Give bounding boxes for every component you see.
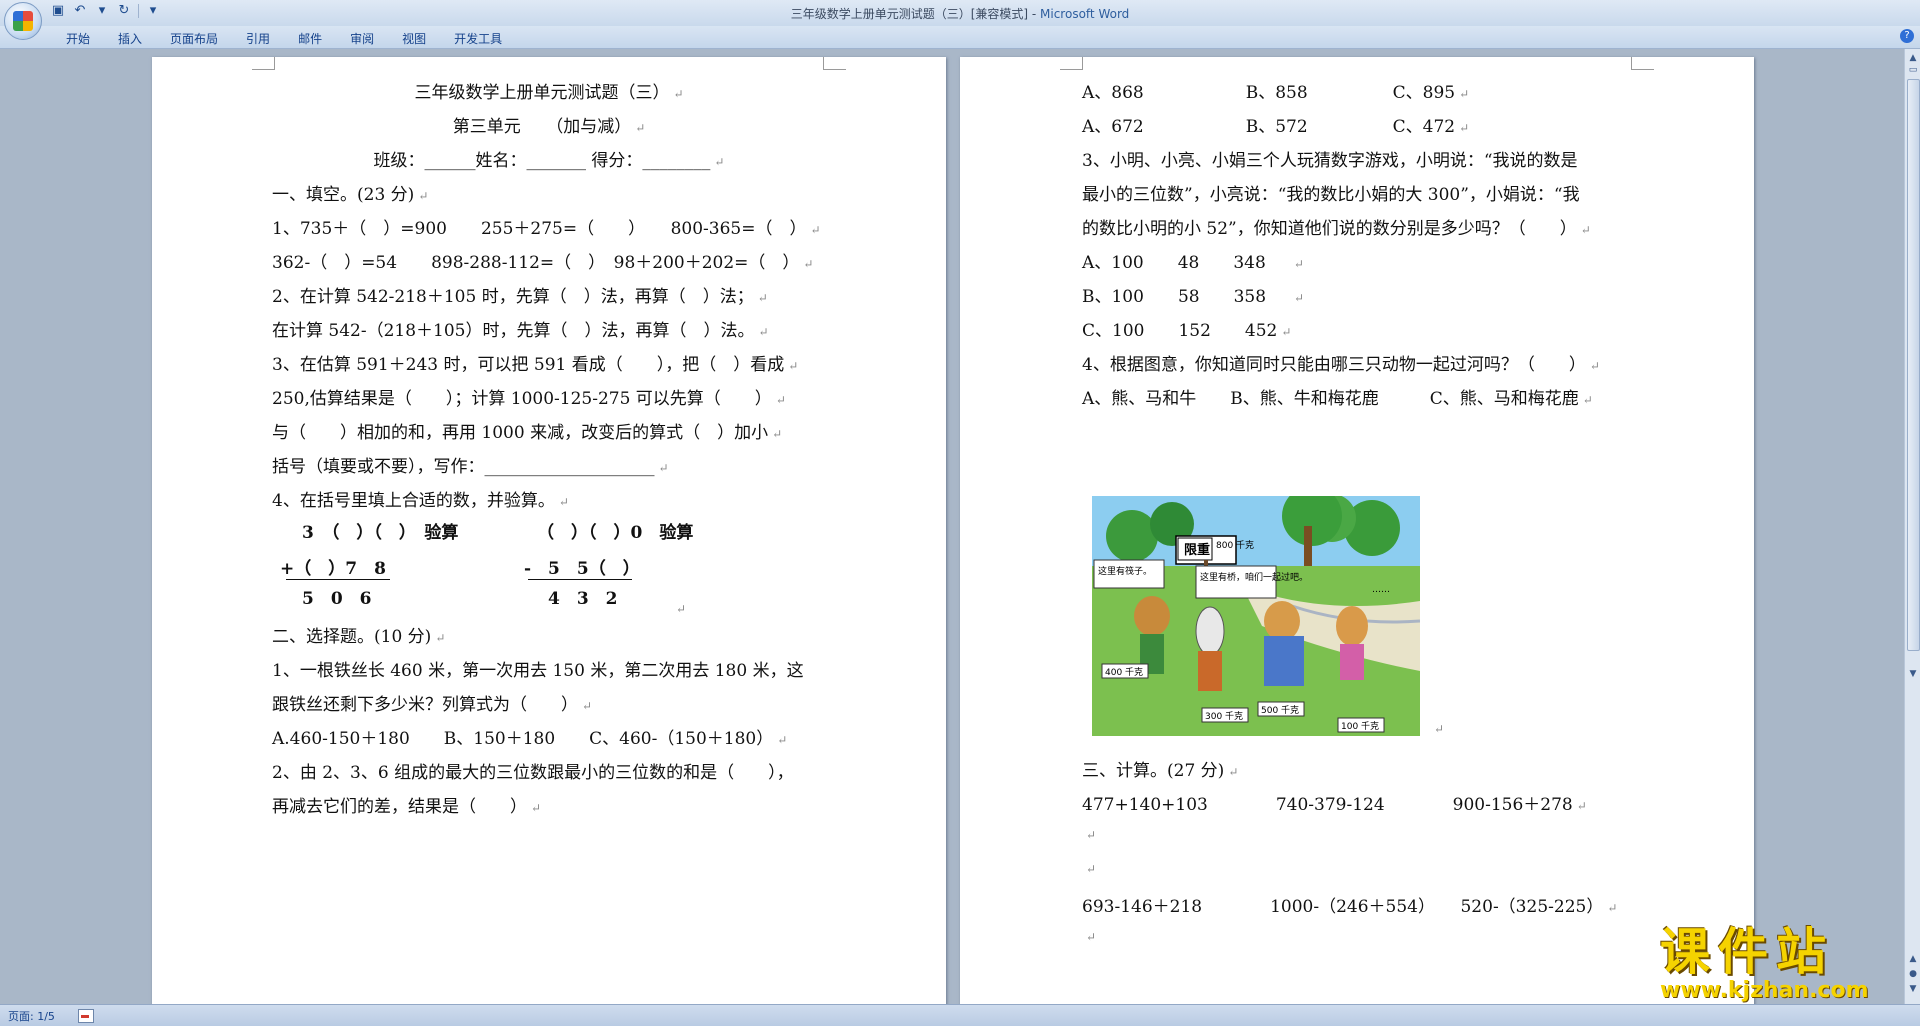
question-2-line-1: 2、在计算 542-218＋105 时，先算（ ）法，再算（ ）法； ↵ [272, 287, 768, 307]
status-bar: 页面: 1/5 [0, 1004, 1920, 1026]
cartoon-image: 限重 800 千克 这里有筏子。 这里有桥，咱们一起过吧。 …… 400 千克 … [1092, 496, 1420, 736]
river-crossing-illustration: 限重 800 千克 这里有筏子。 这里有桥，咱们一起过吧。 …… 400 千克 … [1092, 496, 1420, 736]
choice-4-options: A、熊、马和牛 B、熊、牛和梅花鹿 C、熊、马和梅花鹿 ↵ [1082, 389, 1593, 409]
question-3-line-3: 与（ ）相加的和，再用 1000 来减，改变后的算式（ ）加小 ↵ [272, 423, 783, 443]
deer-speech-bubble: …… [1372, 585, 1390, 595]
question-1-line-2: 362-（ ）=54 898-288-112=（ ） 98＋200＋202=（ … [272, 253, 814, 273]
vertical-calc-1-rule [286, 579, 390, 580]
app-name: Microsoft Word [1040, 7, 1130, 21]
deer-weight-label: 100 千克 [1341, 721, 1379, 732]
choice-3-line-2: 最小的三位数”，小亮说：“我的数比小娟的大 300”，小娟说：“我 [1082, 185, 1580, 205]
proofing-icon[interactable] [78, 1009, 94, 1023]
empty-paragraph: ↵ [1086, 862, 1097, 876]
document-page-2: A、868 B、858 C、895 ↵ A、672 B、572 C、472 ↵ 3、… [960, 57, 1754, 1004]
scroll-down-icon[interactable]: ▼ [1908, 669, 1918, 679]
tab-review[interactable]: 审阅 [336, 29, 388, 48]
choice-1-options: A.460-150＋180 B、150＋180 C、460-（150＋180） ↵ [272, 729, 788, 749]
vertical-calc-1-result: 5 0 6 [302, 589, 372, 609]
ruler-toggle-icon[interactable]: ▭ [1908, 65, 1918, 75]
choice-1-line-1: 1、一根铁丝长 460 米，第一次用去 150 米，第二次用去 180 米，这 [272, 661, 804, 681]
scrollbar-thumb[interactable] [1907, 79, 1920, 651]
section-fill-in: 一、填空。(23 分) ↵ [272, 185, 429, 205]
choice-3-option-b: B、100 58 358 ↵ [1082, 287, 1305, 307]
title-bar: ▣ ↶ ▾ ↻ ▾ 三年级数学上册单元测试题（三）[兼容模式] - Micros… [0, 0, 1920, 40]
bear-speech-bubble: 这里有筏子。 [1098, 565, 1152, 577]
student-info-line: 班级：______姓名：_______ 得分：________ ↵ [373, 151, 725, 171]
office-button[interactable] [4, 2, 42, 40]
weight-limit-value: 800 千克 [1216, 540, 1254, 551]
paragraph-mark: ↵ [1434, 722, 1445, 736]
margin-corner-mark [252, 57, 275, 70]
choice-2-options-b: A、672 B、572 C、472 ↵ [1082, 117, 1470, 137]
tab-page-layout[interactable]: 页面布局 [156, 29, 232, 48]
calc-row-2: 693-146＋218 1000-（246＋554） 520-（325-225）… [1082, 897, 1618, 917]
horse-weight-label: 300 千克 [1205, 711, 1243, 722]
ribbon-tabs: 开始 插入 页面布局 引用 邮件 审阅 视图 开发工具 [52, 29, 516, 48]
bear-weight-label: 400 千克 [1105, 667, 1143, 678]
question-3-line-1: 3、在估算 591＋243 时，可以把 591 看成（ ），把（ ）看成 ↵ [272, 355, 799, 375]
weight-limit-sign: 限重 [1184, 542, 1210, 558]
empty-paragraph: ↵ [1086, 828, 1097, 842]
tab-mailings[interactable]: 邮件 [284, 29, 336, 48]
paragraph-mark: ↵ [676, 602, 687, 616]
section-choice: 二、选择题。(10 分) ↵ [272, 627, 446, 647]
vertical-calc-1-row-2: +（ ）7 8 [280, 559, 386, 579]
doc-subtitle: 第三单元 （加与减） ↵ [452, 117, 646, 137]
help-icon[interactable]: ? [1900, 29, 1914, 43]
choice-3-option-a: A、100 48 348 ↵ [1082, 253, 1304, 273]
choice-3-option-c: C、100 152 452 ↵ [1082, 321, 1292, 341]
tab-insert[interactable]: 插入 [104, 29, 156, 48]
watermark-title: 课件站 [1660, 923, 1834, 981]
choice-3-line-1: 3、小明、小亮、小娟三个人玩猜数字游戏，小明说：“我说的数是 [1082, 151, 1578, 171]
document-page-1: 三年级数学上册单元测试题（三） ↵ 第三单元 （加与减） ↵ 班级：______姓名… [152, 57, 946, 1004]
tab-developer[interactable]: 开发工具 [440, 29, 516, 48]
doc-title: 三年级数学上册单元测试题（三） ↵ [414, 83, 684, 103]
choice-1-line-2: 跟铁丝还剩下多少米？列算式为（ ） ↵ [272, 695, 593, 715]
choice-2-line-2: 再减去它们的差，结果是（ ） ↵ [272, 797, 542, 817]
bull-speech-bubble: 这里有桥，咱们一起过吧。 [1200, 571, 1308, 583]
margin-corner-mark [823, 57, 846, 70]
choice-2-options-a: A、868 B、858 C、895 ↵ [1082, 83, 1470, 103]
vertical-scrollbar[interactable]: ▲ ▭ ▼ ▲ ● ▼ [1904, 49, 1920, 1004]
tab-references[interactable]: 引用 [232, 29, 284, 48]
office-logo-icon [13, 11, 33, 31]
question-3-line-2: 250,估算结果是（ ）；计算 1000-125-275 可以先算（ ） ↵ [272, 389, 786, 409]
vertical-calc-2-rule [528, 579, 632, 580]
question-2-line-2: 在计算 542-（218＋105）时，先算（ ）法，再算（ ）法。 ↵ [272, 321, 769, 341]
ribbon: 开始 插入 页面布局 引用 邮件 审阅 视图 开发工具 ? [0, 26, 1920, 49]
document-area: 三年级数学上册单元测试题（三） ↵ 第三单元 （加与减） ↵ 班级：______姓名… [0, 49, 1904, 1004]
scroll-up-icon[interactable]: ▲ [1908, 53, 1918, 63]
choice-4-question: 4、根据图意，你知道同时只能由哪三只动物一起过河吗？（ ） ↵ [1082, 355, 1600, 375]
question-1-line-1: 1、735＋（ ）=900 255＋275=（ ） 800-365=（ ） ↵ [272, 219, 821, 239]
choice-2-line-1: 2、由 2、3、6 组成的最大的三位数跟最小的三位数的和是（ ）， [272, 763, 794, 783]
page-indicator[interactable]: 页面: 1/5 [8, 1008, 55, 1024]
site-watermark: 课件站 www.kjzhan.com [1660, 925, 1910, 1003]
choice-3-line-3: 的数比小明的小 52”，你知道他们说的数分别是多少吗？（ ） ↵ [1082, 219, 1591, 239]
empty-paragraph: ↵ [1086, 930, 1097, 944]
question-3-line-4: 括号（填要或不要），写作：____________________ ↵ [272, 457, 669, 477]
vertical-calc-1-row-1: 3 （ ）（ ） 验算 [302, 523, 459, 543]
margin-corner-mark [1060, 57, 1083, 70]
tab-view[interactable]: 视图 [388, 29, 440, 48]
watermark-url: www.kjzhan.com [1660, 978, 1869, 1003]
window-title: 三年级数学上册单元测试题（三）[兼容模式] - Microsoft Word [0, 5, 1920, 22]
calc-row-1: 477+140+103 740-379-124 900-156＋278 ↵ [1082, 795, 1587, 815]
question-4: 4、在括号里填上合适的数，并验算。 ↵ [272, 491, 569, 511]
vertical-calc-2-result: 4 3 2 [548, 589, 618, 609]
document-title: 三年级数学上册单元测试题（三）[兼容模式] - [790, 7, 1041, 21]
section-calculation: 三、计算。(27 分) ↵ [1082, 761, 1239, 781]
vertical-calc-2-row-2: - 5 5（ ） [524, 559, 640, 579]
tab-home[interactable]: 开始 [52, 29, 104, 48]
vertical-calc-2-row-1: （ ）（ ）0 验算 [537, 523, 694, 543]
bull-weight-label: 500 千克 [1261, 705, 1299, 716]
margin-corner-mark [1631, 57, 1654, 70]
